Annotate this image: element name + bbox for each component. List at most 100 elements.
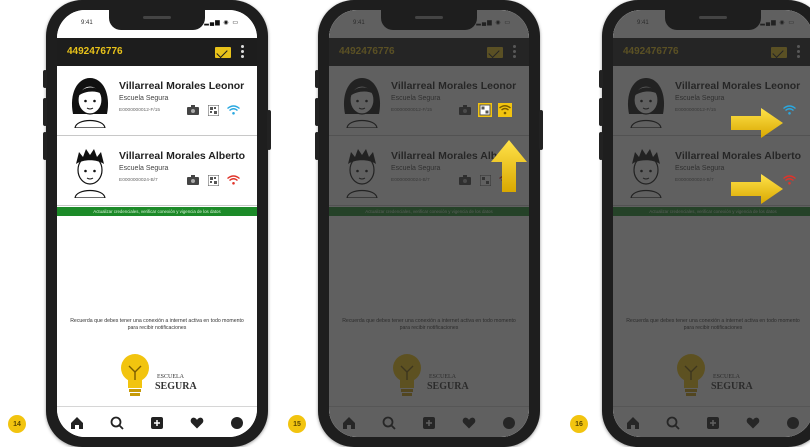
- wifi-off-icon[interactable]: [225, 173, 241, 187]
- student-card[interactable]: Villarreal Morales Leonor Escuela Segura…: [57, 66, 257, 136]
- boy-avatar-icon: [630, 149, 662, 198]
- student-card[interactable]: Villarreal Morales Leonor Escuela Segura…: [329, 66, 529, 136]
- student-code: E0000000012-F/15: [119, 108, 161, 113]
- banner-text: Actualizar credenciales, verificar conex…: [649, 209, 777, 214]
- search-icon[interactable]: [381, 415, 397, 431]
- step-badge-16: 16: [570, 415, 588, 433]
- user-phone-number: 4492476776: [623, 46, 679, 57]
- camera-icon[interactable]: [185, 173, 201, 187]
- student-code: E0000000024-B/7: [391, 178, 430, 183]
- screen: 9:41 ▂▄▆ ◉ ▭ 4492476776 Villarreal Moral…: [57, 10, 257, 437]
- school-name: Escuela Segura: [675, 165, 725, 172]
- status-icons: ▂▄▆ ◉ ▭: [476, 20, 511, 26]
- banner-text: Actualizar credenciales, verificar conex…: [365, 209, 493, 214]
- bottom-tab-bar: [57, 406, 257, 437]
- lightbulb-icon: [393, 354, 421, 396]
- student-code: E0000000012-F/15: [391, 108, 433, 113]
- qr-code-icon[interactable]: [205, 103, 221, 117]
- plus-square-icon[interactable]: [149, 415, 165, 431]
- heart-icon[interactable]: [189, 415, 205, 431]
- logo-big-text: SEGURA: [155, 381, 197, 392]
- school-name: Escuela Segura: [119, 95, 169, 102]
- instructions-text: Recuerda que debes tener una conexión a …: [626, 318, 800, 331]
- logo-small-text: ESCUELA: [429, 374, 456, 380]
- status-icons: ▂▄▆ ◉ ▭: [204, 20, 239, 26]
- escuela-segura-logo: ESCUELA SEGURA: [115, 352, 205, 400]
- app-bar: 4492476776: [57, 38, 257, 66]
- girl-avatar-icon: [627, 78, 665, 128]
- step-badge-14: 14: [8, 415, 26, 433]
- status-time: 9:41: [81, 20, 93, 26]
- user-phone-number: 4492476776: [67, 46, 123, 57]
- profile-icon[interactable]: [501, 415, 517, 431]
- student-card[interactable]: Villarreal Morales Alberto Escuela Segur…: [57, 136, 257, 206]
- screen: 9:41 ▂▄▆ ◉ ▭ 4492476776 Villarreal Moral…: [329, 10, 529, 437]
- student-code: E0000000012-F/15: [675, 108, 717, 113]
- plus-square-icon[interactable]: [705, 415, 721, 431]
- screen: 9:41 ▂▄▆ ◉ ▭ 4492476776 Villarreal Moral…: [613, 10, 810, 437]
- home-icon[interactable]: [69, 415, 85, 431]
- camera-icon[interactable]: [185, 103, 201, 117]
- phone-step-14: 9:41 ▂▄▆ ◉ ▭ 4492476776 Villarreal Moral…: [43, 0, 271, 447]
- student-name: Villarreal Morales Alberto: [119, 150, 246, 162]
- girl-avatar-icon: [71, 78, 109, 128]
- instructions-text: Recuerda que debes tener una conexión a …: [342, 318, 516, 331]
- school-name: Escuela Segura: [391, 165, 441, 172]
- app-bar: 4492476776: [329, 38, 529, 66]
- lightbulb-icon: [677, 354, 705, 396]
- qr-code-icon[interactable]: [205, 173, 221, 187]
- status-time: 9:41: [353, 20, 365, 26]
- right-arrow-icon: [731, 174, 783, 204]
- status-banner: Actualizar credenciales, verificar conex…: [57, 207, 257, 216]
- more-options-icon[interactable]: [797, 45, 801, 59]
- student-name: Villarreal Morales Leonor: [675, 80, 801, 92]
- right-arrow-icon: [731, 108, 783, 138]
- student-name: Villarreal Morales Leonor: [119, 80, 245, 92]
- logo-big-text: SEGURA: [711, 381, 753, 392]
- status-icons: ▂▄▆ ◉ ▭: [760, 20, 795, 26]
- school-name: Escuela Segura: [675, 95, 725, 102]
- escuela-segura-logo: ESCUELA SEGURA: [671, 352, 761, 400]
- bottom-tab-bar: [329, 406, 529, 437]
- student-name: Villarreal Morales Leonor: [391, 80, 517, 92]
- escuela-segura-logo: ESCUELA SEGURA: [387, 352, 477, 400]
- qr-code-icon-highlighted[interactable]: [477, 103, 493, 117]
- heart-icon[interactable]: [461, 415, 477, 431]
- mail-icon[interactable]: [771, 47, 787, 58]
- mail-icon[interactable]: [215, 47, 231, 58]
- student-code: E0000000024-B/7: [675, 178, 714, 183]
- lightbulb-icon: [121, 354, 149, 396]
- heart-icon[interactable]: [745, 415, 761, 431]
- search-icon[interactable]: [109, 415, 125, 431]
- boy-avatar-icon: [74, 149, 106, 198]
- home-icon[interactable]: [625, 415, 641, 431]
- school-name: Escuela Segura: [391, 95, 441, 102]
- wifi-icon[interactable]: [225, 103, 241, 117]
- user-phone-number: 4492476776: [339, 46, 395, 57]
- search-icon[interactable]: [665, 415, 681, 431]
- status-banner: Actualizar credenciales, verificar conex…: [613, 207, 810, 216]
- student-code: E0000000024-B/7: [119, 178, 158, 183]
- camera-icon[interactable]: [457, 173, 473, 187]
- instructions-text: Recuerda que debes tener una conexión a …: [70, 318, 244, 331]
- banner-text: Actualizar credenciales, verificar conex…: [93, 209, 221, 214]
- school-name: Escuela Segura: [119, 165, 169, 172]
- girl-avatar-icon: [343, 78, 381, 128]
- logo-big-text: SEGURA: [427, 381, 469, 392]
- profile-icon[interactable]: [229, 415, 245, 431]
- profile-icon[interactable]: [785, 415, 801, 431]
- up-arrow-icon: [491, 140, 527, 192]
- wifi-icon-highlighted[interactable]: [497, 103, 513, 117]
- student-name: Villarreal Morales Alberto: [675, 150, 802, 162]
- more-options-icon[interactable]: [513, 45, 517, 59]
- phone-step-16: 9:41 ▂▄▆ ◉ ▭ 4492476776 Villarreal Moral…: [599, 0, 810, 447]
- more-options-icon[interactable]: [241, 45, 245, 59]
- plus-square-icon[interactable]: [421, 415, 437, 431]
- boy-avatar-icon: [346, 149, 378, 198]
- mail-icon[interactable]: [487, 47, 503, 58]
- home-icon[interactable]: [341, 415, 357, 431]
- logo-small-text: ESCUELA: [713, 374, 740, 380]
- status-banner: Actualizar credenciales, verificar conex…: [329, 207, 529, 216]
- status-time: 9:41: [637, 20, 649, 26]
- camera-icon[interactable]: [457, 103, 473, 117]
